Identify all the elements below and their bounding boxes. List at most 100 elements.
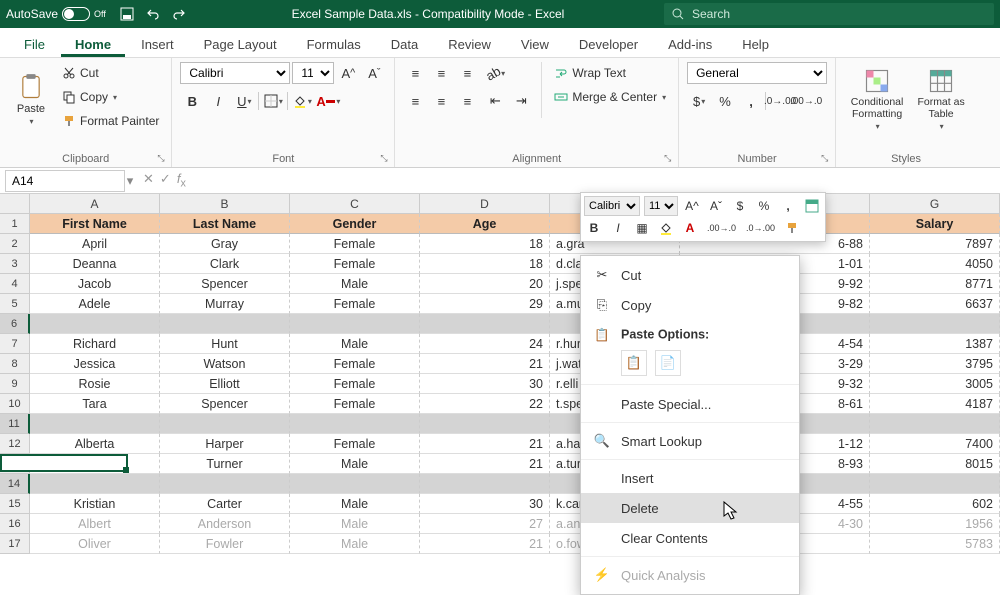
- row-header-16[interactable]: 16: [0, 514, 30, 534]
- row-header-11[interactable]: 11: [0, 414, 30, 434]
- cell[interactable]: [30, 314, 160, 334]
- header-cell[interactable]: First Name: [30, 214, 160, 234]
- mini-borders-icon[interactable]: ▦: [632, 218, 652, 238]
- name-box-input[interactable]: [5, 170, 125, 192]
- cell[interactable]: Turner: [160, 454, 290, 474]
- cell[interactable]: [290, 474, 420, 494]
- mini-percent-icon[interactable]: %: [754, 196, 774, 216]
- cell[interactable]: Male: [290, 274, 420, 294]
- cell[interactable]: Female: [290, 374, 420, 394]
- ctx-quick-analysis[interactable]: ⚡Quick Analysis: [581, 560, 799, 590]
- spreadsheet-grid[interactable]: ABCDEFG 1234567891011121314151617 First …: [0, 194, 1000, 576]
- cell[interactable]: 21: [420, 534, 550, 554]
- header-cell[interactable]: Gender: [290, 214, 420, 234]
- cell[interactable]: Female: [290, 394, 420, 414]
- underline-button[interactable]: U▾: [232, 90, 256, 112]
- cell[interactable]: Oliver: [30, 534, 160, 554]
- paste-option-default-icon[interactable]: 📋: [621, 350, 647, 376]
- cell[interactable]: [420, 414, 550, 434]
- cell[interactable]: Adam: [30, 454, 160, 474]
- cell[interactable]: [420, 314, 550, 334]
- insert-function-icon[interactable]: fx: [177, 171, 186, 190]
- cell[interactable]: Anderson: [160, 514, 290, 534]
- font-dialog-launcher[interactable]: ⤡: [380, 153, 392, 165]
- column-header-B[interactable]: B: [160, 194, 290, 214]
- mini-increase-decimal-icon[interactable]: .0→.00: [743, 218, 778, 238]
- mini-fill-color-icon[interactable]: [656, 218, 676, 238]
- cell[interactable]: 4187: [870, 394, 1000, 414]
- cell[interactable]: 7897: [870, 234, 1000, 254]
- alignment-dialog-launcher[interactable]: ⤡: [664, 153, 676, 165]
- mini-font-color-icon[interactable]: A: [680, 218, 700, 238]
- mini-currency-icon[interactable]: $: [730, 196, 750, 216]
- borders-button[interactable]: ▾: [261, 90, 285, 112]
- cell[interactable]: 3795: [870, 354, 1000, 374]
- cell[interactable]: 6637: [870, 294, 1000, 314]
- mini-size-select[interactable]: 11: [644, 196, 678, 216]
- column-header-D[interactable]: D: [420, 194, 550, 214]
- mini-format-painter-icon[interactable]: [782, 218, 802, 238]
- tab-formulas[interactable]: Formulas: [293, 31, 375, 57]
- tab-page-layout[interactable]: Page Layout: [190, 31, 291, 57]
- cell[interactable]: Male: [290, 514, 420, 534]
- cell[interactable]: [160, 474, 290, 494]
- row-header-10[interactable]: 10: [0, 394, 30, 414]
- autosave-toggle[interactable]: AutoSave Off: [6, 7, 106, 21]
- tab-home[interactable]: Home: [61, 31, 125, 57]
- number-dialog-launcher[interactable]: ⤡: [821, 153, 833, 165]
- header-cell[interactable]: Age: [420, 214, 550, 234]
- format-painter-button[interactable]: Format Painter: [58, 110, 163, 132]
- row-header-13[interactable]: 13: [0, 454, 30, 474]
- decrease-font-icon[interactable]: Aˇ: [362, 62, 386, 84]
- cell[interactable]: Watson: [160, 354, 290, 374]
- ctx-smart-lookup[interactable]: 🔍Smart Lookup: [581, 426, 799, 456]
- cell[interactable]: [160, 414, 290, 434]
- row-header-14[interactable]: 14: [0, 474, 30, 494]
- italic-button[interactable]: I: [206, 90, 230, 112]
- align-right-icon[interactable]: ≡: [455, 90, 479, 112]
- decrease-indent-icon[interactable]: ⇤: [483, 90, 507, 112]
- cell[interactable]: Rosie: [30, 374, 160, 394]
- number-format-select[interactable]: General: [687, 62, 827, 84]
- cell[interactable]: 18: [420, 254, 550, 274]
- mini-decrease-decimal-icon[interactable]: .00→.0: [704, 218, 739, 238]
- cell[interactable]: 8015: [870, 454, 1000, 474]
- ctx-delete[interactable]: Delete: [581, 493, 799, 523]
- font-name-select[interactable]: Calibri: [180, 62, 290, 84]
- cell[interactable]: [870, 414, 1000, 434]
- header-cell[interactable]: Salary: [870, 214, 1000, 234]
- cell[interactable]: Alberta: [30, 434, 160, 454]
- mini-decrease-font-icon[interactable]: Aˇ: [706, 196, 726, 216]
- cell[interactable]: 602: [870, 494, 1000, 514]
- row-header-8[interactable]: 8: [0, 354, 30, 374]
- search-box[interactable]: Search: [664, 3, 994, 25]
- copy-button[interactable]: Copy▾: [58, 86, 163, 108]
- cell[interactable]: 30: [420, 494, 550, 514]
- cell[interactable]: Tara: [30, 394, 160, 414]
- cell[interactable]: Murray: [160, 294, 290, 314]
- cell[interactable]: Female: [290, 234, 420, 254]
- cell[interactable]: 5783: [870, 534, 1000, 554]
- cell[interactable]: Male: [290, 454, 420, 474]
- cell[interactable]: Carter: [160, 494, 290, 514]
- align-left-icon[interactable]: ≡: [403, 90, 427, 112]
- cell[interactable]: Jacob: [30, 274, 160, 294]
- cut-button[interactable]: Cut: [58, 62, 163, 84]
- tab-help[interactable]: Help: [728, 31, 783, 57]
- row-header-17[interactable]: 17: [0, 534, 30, 554]
- tab-insert[interactable]: Insert: [127, 31, 188, 57]
- cell[interactable]: 30: [420, 374, 550, 394]
- select-all-corner[interactable]: [0, 194, 30, 214]
- cell[interactable]: 8771: [870, 274, 1000, 294]
- increase-indent-icon[interactable]: ⇥: [509, 90, 533, 112]
- cell[interactable]: Adele: [30, 294, 160, 314]
- tab-developer[interactable]: Developer: [565, 31, 652, 57]
- row-header-15[interactable]: 15: [0, 494, 30, 514]
- cell[interactable]: [290, 414, 420, 434]
- accounting-format-icon[interactable]: $▾: [687, 90, 711, 112]
- cell[interactable]: Kristian: [30, 494, 160, 514]
- cell[interactable]: Female: [290, 354, 420, 374]
- cell[interactable]: [420, 474, 550, 494]
- row-header-12[interactable]: 12: [0, 434, 30, 454]
- mini-italic-icon[interactable]: I: [608, 218, 628, 238]
